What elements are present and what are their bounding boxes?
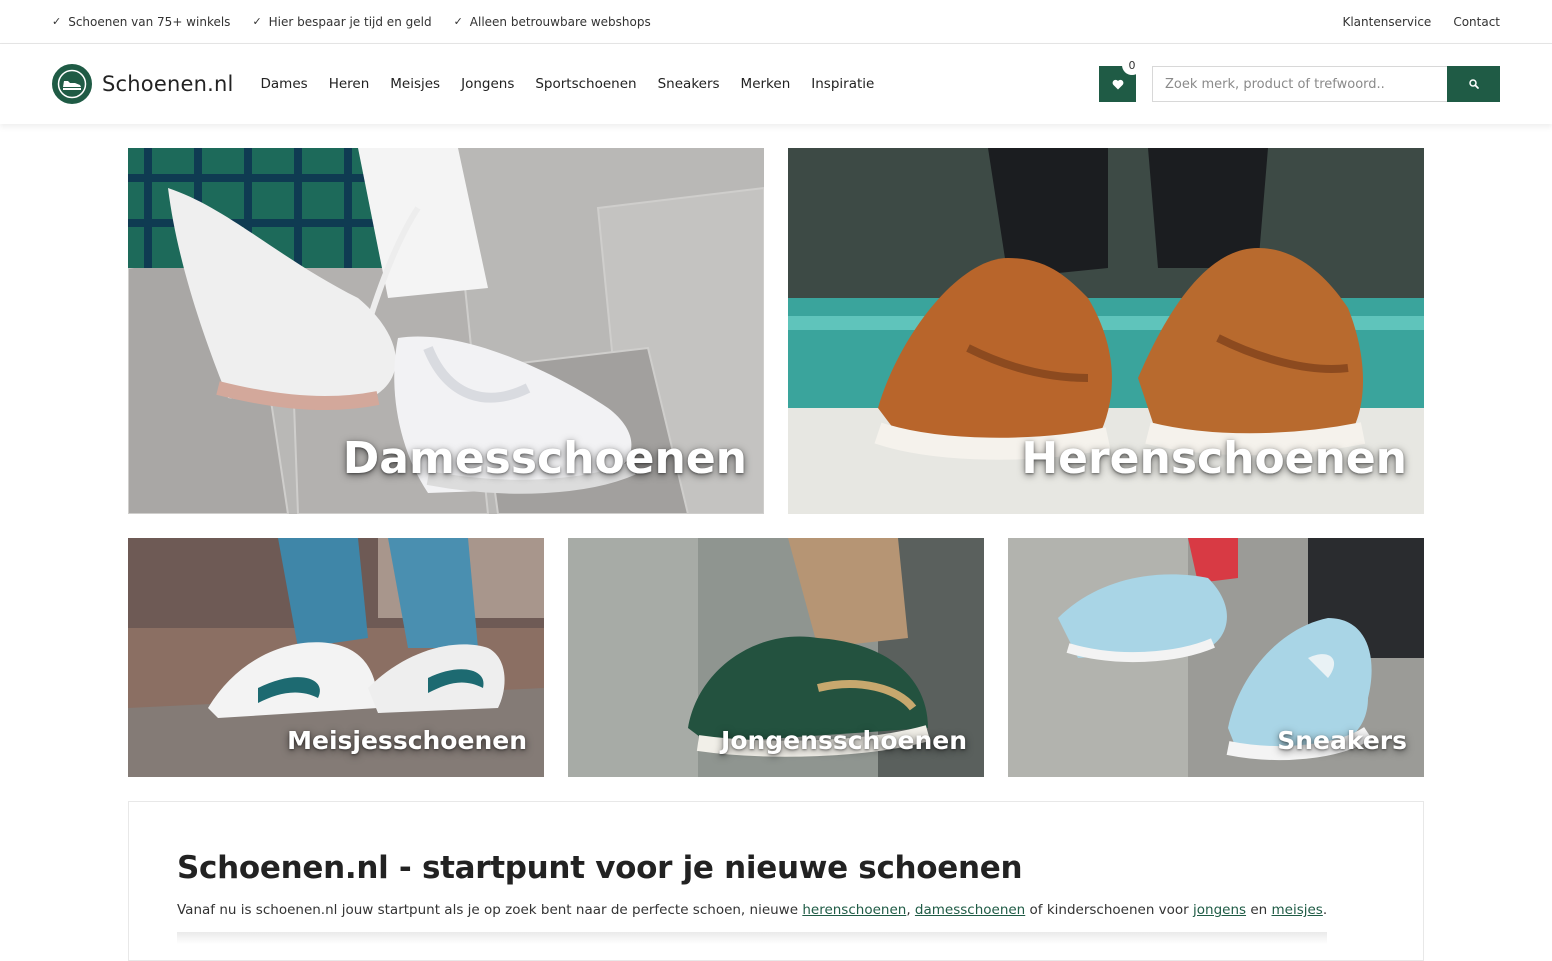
tile-sneakers[interactable]: Sneakers bbox=[1008, 538, 1424, 777]
jongens-link[interactable]: jongens bbox=[1193, 902, 1246, 918]
search-icon bbox=[1468, 79, 1479, 89]
usp-text: Alleen betrouwbare webshops bbox=[469, 14, 651, 29]
intro-text: , bbox=[906, 902, 915, 918]
shoe-logo-icon bbox=[52, 64, 92, 104]
intro-paragraph: Vanaf nu is schoenen.nl jouw startpunt a… bbox=[177, 902, 1375, 918]
usp-text: Schoenen van 75+ winkels bbox=[68, 14, 231, 29]
meisjes-link[interactable]: meisjes bbox=[1272, 902, 1323, 918]
tile-label: Jongensschoenen bbox=[721, 726, 967, 755]
check-icon: ✓ bbox=[52, 15, 62, 28]
check-icon: ✓ bbox=[453, 15, 463, 28]
usp-item: ✓ Hier bespaar je tijd en geld bbox=[252, 15, 431, 29]
contact-link[interactable]: Contact bbox=[1453, 15, 1500, 29]
check-icon: ✓ bbox=[252, 15, 262, 28]
search-input[interactable] bbox=[1152, 66, 1447, 102]
heart-icon bbox=[1112, 79, 1123, 89]
cut-off-text bbox=[177, 932, 1327, 944]
usp-text: Hier bespaar je tijd en geld bbox=[268, 14, 432, 29]
tile-label: Damesschoenen bbox=[342, 433, 747, 484]
tile-label: Sneakers bbox=[1277, 726, 1407, 755]
herenschoenen-link[interactable]: herenschoenen bbox=[802, 902, 906, 918]
intro-text: en bbox=[1246, 902, 1272, 918]
nav-item-inspiratie[interactable]: Inspiratie bbox=[811, 76, 874, 92]
wishlist-count-badge: 0 bbox=[1122, 55, 1142, 75]
nav-item-merken[interactable]: Merken bbox=[741, 76, 791, 92]
intro-text: . bbox=[1322, 902, 1328, 918]
nav-item-jongens[interactable]: Jongens bbox=[461, 76, 514, 92]
usp-list: ✓ Schoenen van 75+ winkels ✓ Hier bespaa… bbox=[52, 15, 651, 29]
tile-jongensschoenen[interactable]: Jongensschoenen bbox=[568, 538, 984, 777]
nav-item-dames[interactable]: Dames bbox=[261, 76, 308, 92]
intro-section: Schoenen.nl - startpunt voor je nieuwe s… bbox=[128, 801, 1424, 961]
search-button[interactable] bbox=[1447, 66, 1500, 102]
search-form bbox=[1152, 66, 1500, 102]
tile-meisjesschoenen[interactable]: Meisjesschoenen bbox=[128, 538, 544, 777]
header-actions: 0 bbox=[1099, 55, 1500, 102]
nav-item-heren[interactable]: Heren bbox=[329, 76, 370, 92]
logo[interactable]: Schoenen.nl bbox=[52, 64, 234, 104]
damesschoenen-link[interactable]: damesschoenen bbox=[915, 902, 1025, 918]
intro-text: Vanaf nu is schoenen.nl jouw startpunt a… bbox=[177, 902, 803, 918]
customer-service-link[interactable]: Klantenservice bbox=[1342, 15, 1431, 29]
intro-text: of kinderschoenen voor bbox=[1025, 902, 1194, 918]
site-header: Schoenen.nl Dames Heren Meisjes Jongens … bbox=[0, 44, 1552, 124]
tile-herenschoenen[interactable]: Herenschoenen bbox=[788, 148, 1424, 514]
usp-item: ✓ Schoenen van 75+ winkels bbox=[52, 15, 230, 29]
usp-bar: ✓ Schoenen van 75+ winkels ✓ Hier bespaa… bbox=[0, 0, 1552, 44]
page-title: Schoenen.nl - startpunt voor je nieuwe s… bbox=[177, 850, 1023, 886]
brand-name: Schoenen.nl bbox=[102, 72, 234, 96]
tile-label: Meisjesschoenen bbox=[287, 726, 527, 755]
nav-item-sneakers[interactable]: Sneakers bbox=[658, 76, 720, 92]
nav-item-sportschoenen[interactable]: Sportschoenen bbox=[535, 76, 636, 92]
tile-label: Herenschoenen bbox=[1021, 433, 1407, 484]
main-nav: Dames Heren Meisjes Jongens Sportschoene… bbox=[261, 76, 875, 92]
tile-damesschoenen[interactable]: Damesschoenen bbox=[128, 148, 764, 514]
top-links: Klantenservice Contact bbox=[1342, 15, 1500, 29]
usp-item: ✓ Alleen betrouwbare webshops bbox=[454, 15, 651, 29]
nav-item-meisjes[interactable]: Meisjes bbox=[390, 76, 440, 92]
wishlist-button[interactable]: 0 bbox=[1099, 55, 1142, 102]
